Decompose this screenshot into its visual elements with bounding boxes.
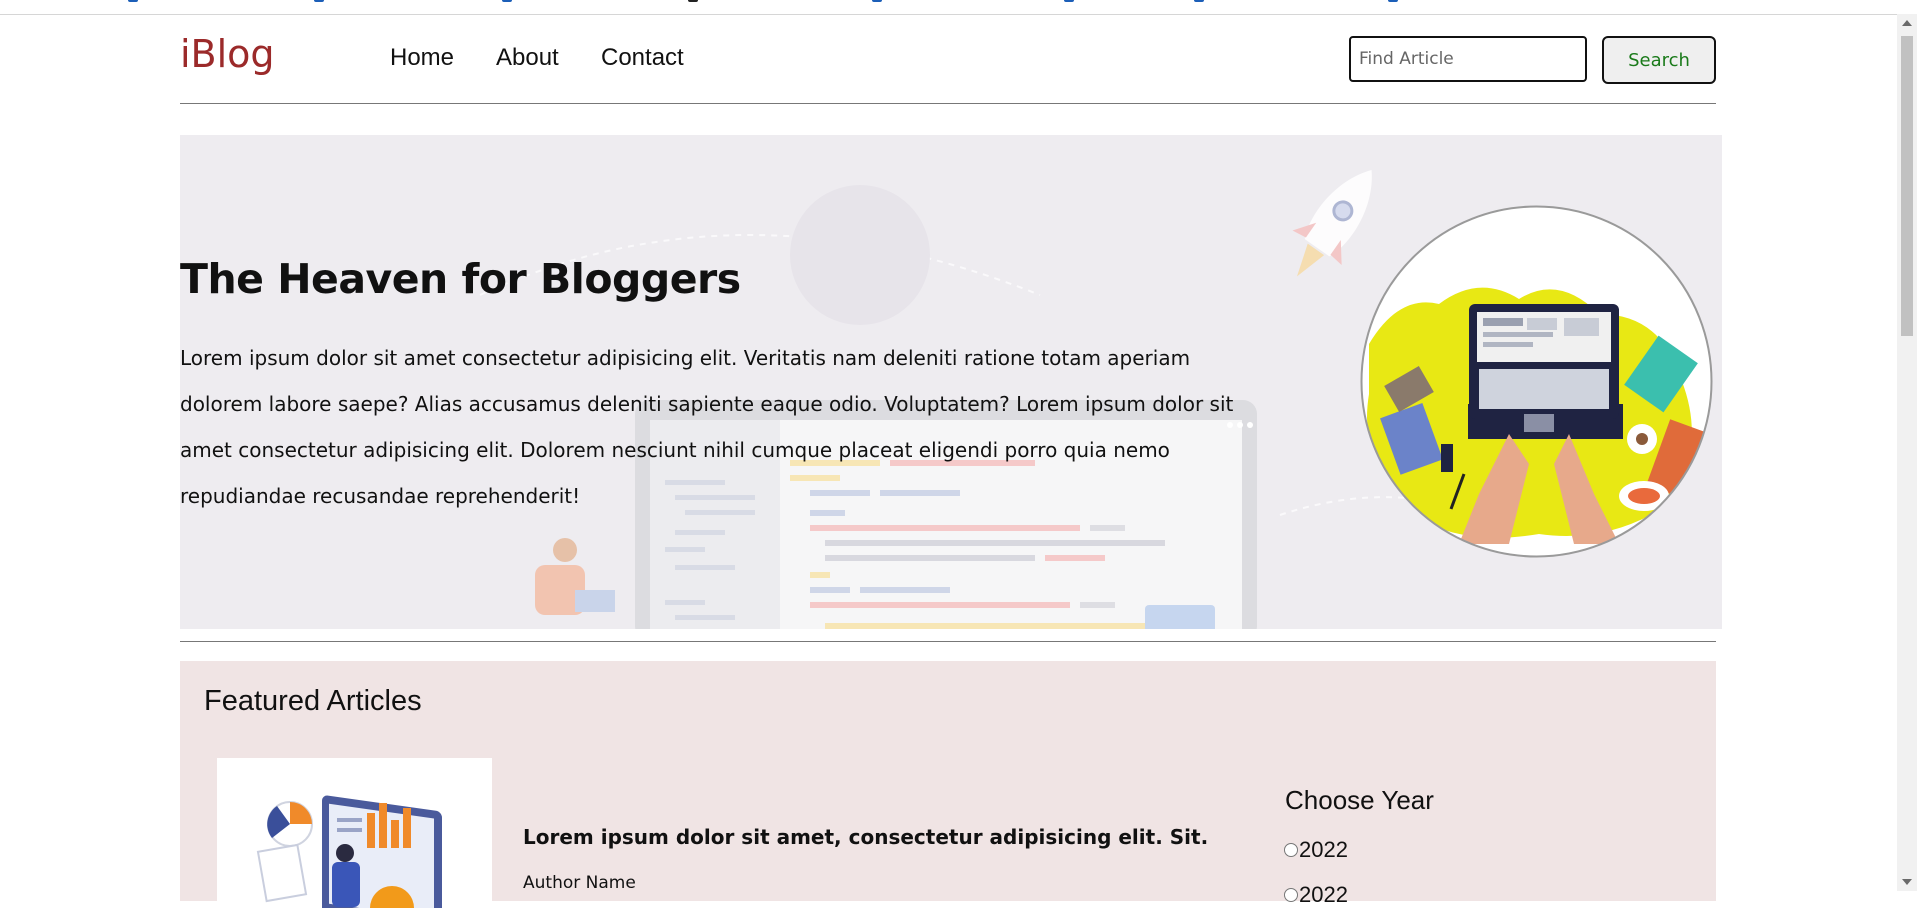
year-option-label: 2022 xyxy=(1299,837,1348,862)
article-title-link[interactable]: Lorem ipsum dolor sit amet, consectetur … xyxy=(523,825,1208,849)
nav-link-home[interactable]: Home xyxy=(390,44,454,72)
site-logo[interactable]: iBlog xyxy=(180,32,275,76)
search-input[interactable] xyxy=(1349,36,1587,82)
year-radio[interactable] xyxy=(1284,843,1298,857)
hero-title: The Heaven for Bloggers xyxy=(180,255,741,303)
year-filter-heading: Choose Year xyxy=(1285,785,1434,815)
year-radio[interactable] xyxy=(1284,888,1298,902)
header-divider xyxy=(180,103,1716,104)
featured-heading: Featured Articles xyxy=(204,685,422,717)
hero-section: The Heaven for Bloggers Lorem ipsum dolo… xyxy=(180,135,1722,629)
year-option-label: 2022 xyxy=(1299,882,1348,907)
article-thumbnail[interactable] xyxy=(217,758,492,908)
nav-link-about[interactable]: About xyxy=(496,44,559,72)
hero-description: Lorem ipsum dolor sit amet consectetur a… xyxy=(180,346,1234,508)
browser-top-strip xyxy=(0,0,1897,15)
scroll-up-arrow-icon[interactable] xyxy=(1902,20,1912,26)
scroll-down-arrow-icon[interactable] xyxy=(1902,879,1912,885)
workspace-illustration xyxy=(1360,205,1713,558)
navbar: iBlog Home About Contact Search xyxy=(180,28,1716,103)
page-scrollbar[interactable] xyxy=(1897,14,1917,891)
article-author: Author Name xyxy=(523,873,636,893)
scrollbar-thumb[interactable] xyxy=(1901,36,1913,336)
nav-link-contact[interactable]: Contact xyxy=(601,44,684,72)
hero-divider xyxy=(180,641,1716,642)
year-option-2022[interactable]: 2022 xyxy=(1284,837,1348,863)
year-option-second[interactable]: 2022 xyxy=(1284,882,1348,908)
search-button[interactable]: Search xyxy=(1602,36,1716,84)
featured-articles-section: Featured Articles Lorem ipsum dolor sit … xyxy=(180,661,1716,908)
analytics-illustration xyxy=(256,795,442,908)
